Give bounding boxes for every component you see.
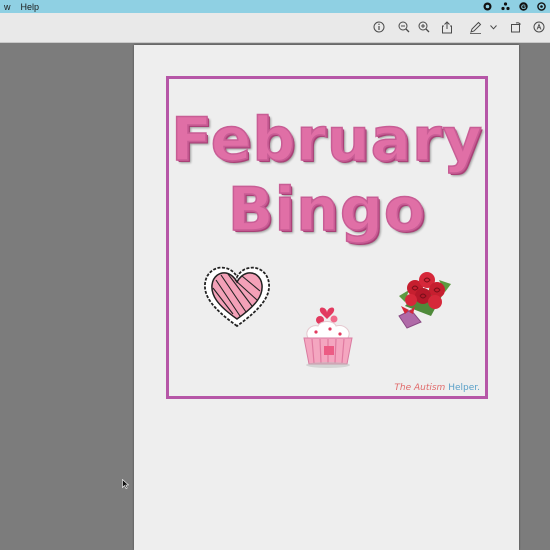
cover-frame: February Bingo The Autism Helper. — [166, 76, 488, 399]
canvas-background — [520, 43, 550, 550]
info-icon[interactable] — [372, 19, 386, 35]
mouse-cursor-icon — [122, 479, 129, 489]
menu-item-help[interactable]: Help — [21, 2, 40, 12]
heart-image — [204, 266, 270, 328]
settings-icon[interactable] — [537, 2, 546, 11]
title-line-1: February — [170, 104, 483, 176]
title-line-2: Bingo — [227, 174, 427, 246]
dots-icon[interactable] — [501, 2, 510, 11]
svg-text:G: G — [521, 4, 526, 11]
markup-icon[interactable] — [468, 19, 482, 35]
rotate-icon[interactable] — [509, 19, 523, 35]
grammarly-icon[interactable]: G — [519, 2, 528, 11]
roses-bouquet-image — [398, 272, 451, 329]
watermark-part-2: Helper. — [448, 383, 480, 393]
cupcake-image — [303, 307, 353, 368]
menu-item-window[interactable]: w — [4, 2, 11, 12]
chevron-down-icon[interactable] — [488, 19, 498, 35]
menu-bar: w Help G — [0, 0, 550, 13]
watermark-part-1: The Autism — [394, 383, 446, 393]
record-icon[interactable] — [483, 2, 492, 11]
zoom-out-icon[interactable] — [397, 19, 411, 35]
sidebar-background — [0, 43, 134, 550]
brand-watermark: The Autism Helper. — [394, 383, 480, 393]
share-icon[interactable] — [440, 19, 454, 35]
zoom-in-icon[interactable] — [417, 19, 431, 35]
preview-toolbar — [0, 13, 550, 43]
search-icon[interactable] — [532, 19, 546, 35]
status-icons: G — [483, 0, 546, 13]
